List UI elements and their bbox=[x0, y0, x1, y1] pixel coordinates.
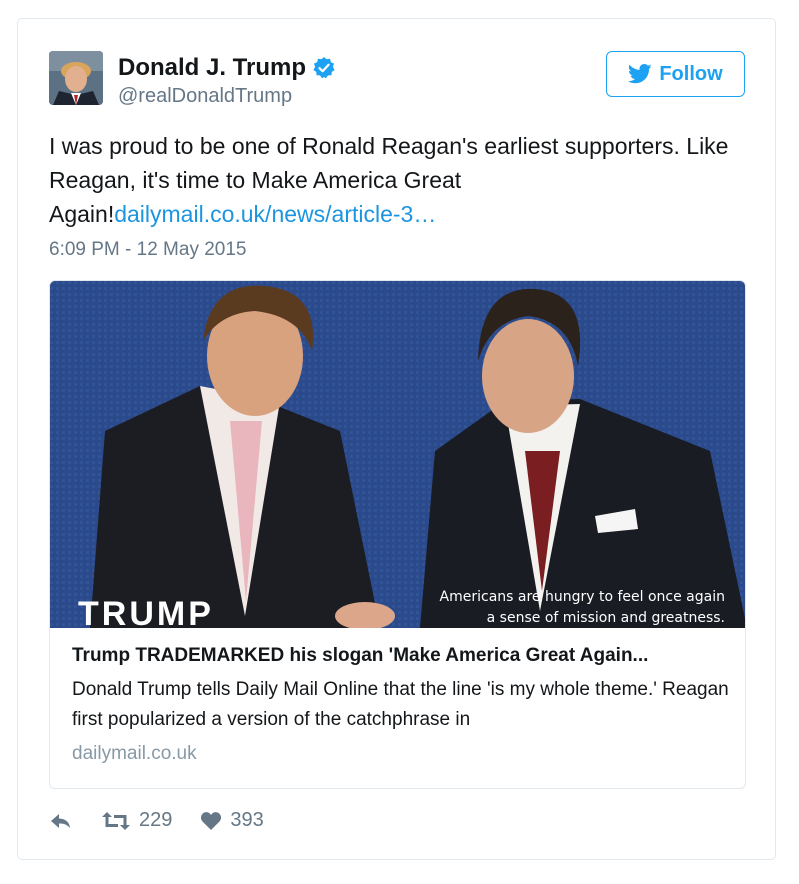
retweet-count: 229 bbox=[139, 809, 173, 831]
heart-icon bbox=[201, 811, 222, 830]
like-count: 393 bbox=[230, 809, 264, 831]
image-logo-text: TRUMP bbox=[78, 595, 214, 628]
image-caption-line2: a sense of mission and greatness. bbox=[487, 610, 725, 626]
follow-button[interactable]: Follow bbox=[606, 51, 745, 97]
tweet-card: Donald J. Trump @realDonaldTrump Follow … bbox=[17, 18, 776, 860]
tweet-timestamp[interactable]: 6:09 PM - 12 May 2015 bbox=[49, 239, 247, 261]
image-caption-line1: Americans are hungry to feel once again bbox=[440, 589, 725, 605]
tweet-text: I was proud to be one of Ronald Reagan's… bbox=[49, 129, 749, 231]
retweet-action[interactable]: 229 bbox=[101, 809, 172, 832]
tweet-actions: 229 393 bbox=[49, 809, 264, 832]
author-name[interactable]: Donald J. Trump bbox=[118, 54, 306, 82]
link-card-title[interactable]: Trump TRADEMARKED his slogan 'Make Ameri… bbox=[72, 644, 732, 668]
twitter-bird-icon bbox=[628, 64, 652, 84]
reply-icon bbox=[51, 813, 70, 828]
verified-badge-icon bbox=[313, 57, 335, 79]
author-avatar[interactable] bbox=[49, 51, 103, 105]
author-handle[interactable]: @realDonaldTrump bbox=[118, 85, 292, 108]
reply-action[interactable] bbox=[49, 811, 73, 831]
follow-label: Follow bbox=[659, 62, 723, 85]
author-name-row: Donald J. Trump bbox=[118, 54, 336, 82]
link-card-body: Trump TRADEMARKED his slogan 'Make Ameri… bbox=[72, 644, 732, 765]
retweet-icon bbox=[102, 811, 130, 830]
like-action[interactable]: 393 bbox=[200, 809, 264, 832]
link-card-domain: dailymail.co.uk bbox=[72, 743, 197, 764]
tweet-link[interactable]: dailymail.co.uk/news/article-3… bbox=[114, 201, 436, 227]
article-image: TRUMP Americans are hungry to feel once … bbox=[50, 281, 745, 628]
avatar-image bbox=[49, 51, 103, 105]
link-card-description: Donald Trump tells Daily Mail Online tha… bbox=[72, 679, 729, 730]
link-preview-card[interactable]: TRUMP Americans are hungry to feel once … bbox=[49, 280, 746, 789]
